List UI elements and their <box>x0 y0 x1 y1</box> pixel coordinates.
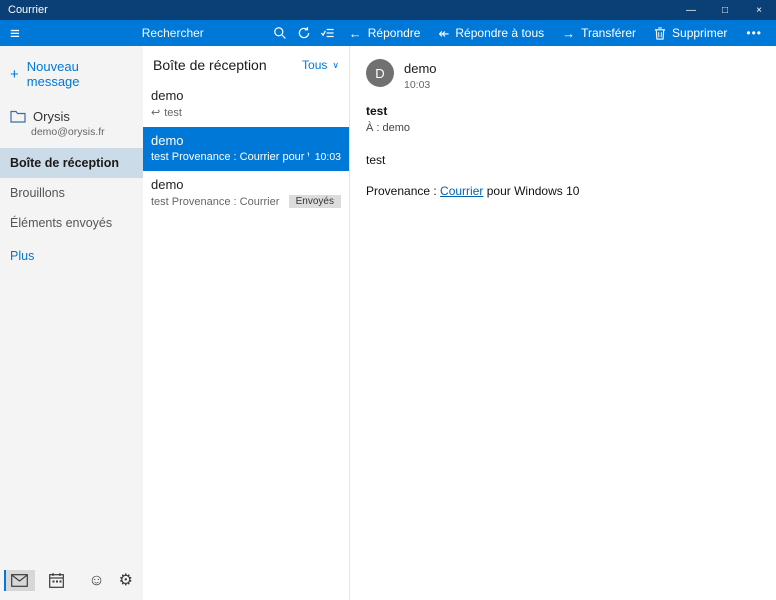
reply-button[interactable]: ← Répondre <box>340 20 430 46</box>
bottom-nav-right: ☺ ⚙ <box>88 573 133 589</box>
message-sender: demo <box>151 133 341 148</box>
message-preview: test Provenance : Courrier pour Windo <box>151 151 309 163</box>
filter-dropdown[interactable]: Tous ∨ <box>302 58 339 72</box>
message-line2: test Provenance : Courrier pour V Envoyé… <box>151 195 341 208</box>
search-input[interactable] <box>133 26 268 40</box>
close-button[interactable]: × <box>742 0 776 20</box>
calendar-nav-button[interactable] <box>49 573 64 588</box>
chevron-down-icon: ∨ <box>332 60 339 71</box>
window-title: Courrier <box>0 4 674 16</box>
more-icon: ••• <box>746 26 762 40</box>
search-icon[interactable] <box>268 26 292 40</box>
reply-icon: ← <box>349 27 362 40</box>
message-row[interactable]: demo test Provenance : Courrier pour V E… <box>143 171 349 216</box>
sidebar-more-folders[interactable]: Plus <box>0 238 143 274</box>
message-preview: test Provenance : Courrier pour V <box>151 196 283 208</box>
close-icon: × <box>756 5 762 16</box>
sync-icon[interactable] <box>292 26 316 40</box>
message-preview: test <box>164 107 341 119</box>
reply-label: Répondre <box>368 26 421 40</box>
sender-block: demo 10:03 <box>404 59 437 91</box>
account-row[interactable]: Orysis <box>0 104 143 126</box>
search-bar <box>133 20 340 46</box>
new-message-label: Nouveau message <box>27 59 133 89</box>
forward-label: Transférer <box>581 26 636 40</box>
mail-icon <box>11 574 28 587</box>
reading-sender: demo <box>404 59 437 76</box>
toolbar: ≡ ← Répondre ↞ Répondre à tous <box>0 20 776 46</box>
signature-prefix: Provenance : <box>366 184 440 198</box>
sidebar-item-inbox[interactable]: Boîte de réception <box>0 148 143 178</box>
message-list-header: Boîte de réception Tous ∨ <box>143 46 349 82</box>
calendar-icon <box>49 573 64 588</box>
feedback-nav-button[interactable]: ☺ <box>88 573 104 589</box>
new-message-button[interactable]: + Nouveau message <box>0 46 143 104</box>
selection-mode-icon[interactable] <box>316 26 340 40</box>
more-folders-label: Plus <box>10 249 34 263</box>
bottom-nav: ☺ ⚙ <box>0 566 143 600</box>
mail-app: Courrier — □ × ≡ ← Répondre <box>0 0 776 600</box>
titlebar: Courrier — □ × <box>0 0 776 20</box>
message-subject: test <box>366 104 760 118</box>
forward-icon: → <box>562 27 575 40</box>
maximize-button[interactable]: □ <box>708 0 742 20</box>
delete-label: Supprimer <box>672 26 727 40</box>
filter-label: Tous <box>302 58 327 72</box>
message-sender: demo <box>151 88 341 103</box>
trash-icon <box>654 27 666 40</box>
minimize-button[interactable]: — <box>674 0 708 20</box>
minimize-icon: — <box>686 5 696 16</box>
message-body: test <box>366 153 760 167</box>
message-list-title: Boîte de réception <box>153 57 267 73</box>
maximize-icon: □ <box>722 5 728 16</box>
main-area: + Nouveau message Orysis demo@orysis.fr … <box>0 46 776 600</box>
reply-all-icon: ↞ <box>438 27 449 40</box>
reply-all-label: Répondre à tous <box>455 26 544 40</box>
account-email: demo@orysis.fr <box>0 126 143 148</box>
bottom-nav-left <box>4 570 64 591</box>
message-time: 10:03 <box>315 151 341 163</box>
sent-label: Éléments envoyés <box>10 216 112 230</box>
message-line2: test Provenance : Courrier pour Windo 10… <box>151 151 341 163</box>
mail-nav-button[interactable] <box>4 570 35 591</box>
sidebar-item-drafts[interactable]: Brouillons <box>0 178 143 208</box>
folder-icon <box>10 110 26 123</box>
recipient-line: À : demo <box>366 122 760 134</box>
reading-time: 10:03 <box>404 79 437 91</box>
sidebar: + Nouveau message Orysis demo@orysis.fr … <box>0 46 143 600</box>
more-actions-button[interactable]: ••• <box>736 20 772 46</box>
sent-badge: Envoyés <box>289 195 341 208</box>
reply-all-button[interactable]: ↞ Répondre à tous <box>429 20 553 46</box>
settings-nav-button[interactable]: ⚙ <box>119 573 133 589</box>
plus-icon: + <box>10 67 19 82</box>
account-name: Orysis <box>33 109 70 124</box>
drafts-label: Brouillons <box>10 186 65 200</box>
message-row[interactable]: demo ↩ test <box>143 82 349 127</box>
signature-line: Provenance : Courrier pour Windows 10 <box>366 184 760 198</box>
toolbar-actions: ← Répondre ↞ Répondre à tous → Transfére… <box>340 20 776 46</box>
inbox-label: Boîte de réception <box>10 156 119 170</box>
hamburger-menu-icon[interactable]: ≡ <box>0 25 20 42</box>
gear-icon: ⚙ <box>119 573 133 589</box>
toolbar-left: ≡ <box>0 20 133 46</box>
signature-suffix: pour Windows 10 <box>483 184 579 198</box>
message-row-selected[interactable]: demo test Provenance : Courrier pour Win… <box>143 127 349 171</box>
reading-header: D demo 10:03 <box>366 59 760 91</box>
message-list-pane: Boîte de réception Tous ∨ demo ↩ test de… <box>143 46 350 600</box>
smiley-icon: ☺ <box>88 573 104 589</box>
avatar: D <box>366 59 394 87</box>
message-line2: ↩ test <box>151 106 341 119</box>
sidebar-item-sent[interactable]: Éléments envoyés <box>0 208 143 238</box>
message-sender: demo <box>151 177 341 192</box>
courrier-link[interactable]: Courrier <box>440 184 483 198</box>
reading-pane: D demo 10:03 test À : demo test Provenan… <box>350 46 776 600</box>
delete-button[interactable]: Supprimer <box>645 20 736 46</box>
replied-arrow-icon: ↩ <box>151 106 160 119</box>
forward-button[interactable]: → Transférer <box>553 20 645 46</box>
